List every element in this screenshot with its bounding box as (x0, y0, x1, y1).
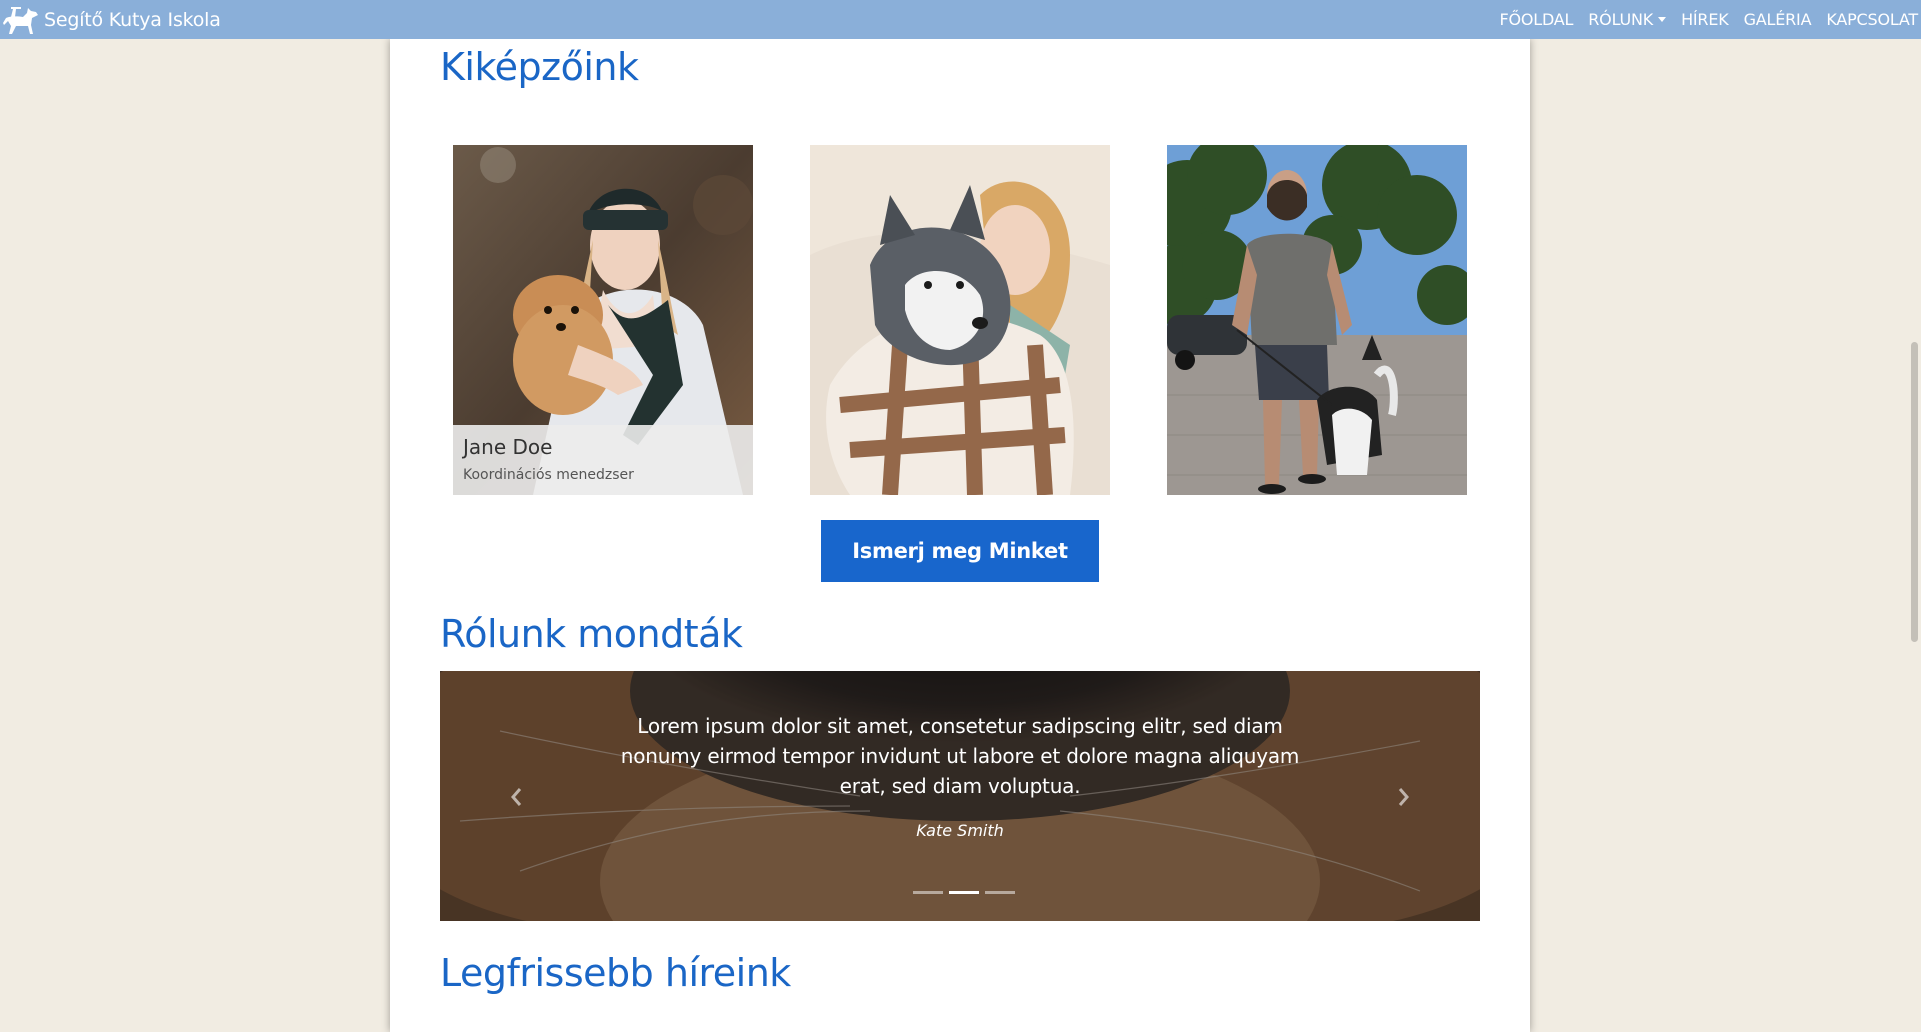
nav-gallery[interactable]: GALÉRIA (1744, 10, 1812, 29)
chevron-left-icon[interactable] (502, 777, 532, 817)
trainer-card-1[interactable]: Jane Doe Koordinációs menedzser (453, 145, 753, 495)
scrollbar-thumb[interactable] (1911, 342, 1918, 642)
caret-down-icon (1658, 17, 1667, 22)
nav-contact[interactable]: KAPCSOLAT (1826, 10, 1918, 29)
main-container: Kiképzőink Jane Doe Koordinációs menedzs… (390, 39, 1530, 1032)
nav-news[interactable]: HÍREK (1681, 10, 1729, 29)
trainer-card-3[interactable] (1167, 145, 1467, 495)
brand-name: Segítő Kutya Iskola (44, 9, 221, 31)
main-nav: FŐOLDAL RÓLUNK HÍREK GALÉRIA KAPCSOLAT (1484, 0, 1918, 39)
trainer-name: Jane Doe (463, 435, 553, 459)
testimonial-carousel: Lorem ipsum dolor sit amet, consetetur s… (440, 671, 1480, 921)
nav-about-dropdown[interactable]: RÓLUNK (1588, 10, 1667, 29)
dog-logo-icon (3, 7, 38, 34)
carousel-indicators (910, 891, 1018, 894)
trainers-heading: Kiképzőink (440, 45, 639, 89)
testimonial-quote: Lorem ipsum dolor sit amet, consetetur s… (620, 714, 1300, 798)
page-scrollbar[interactable] (1907, 39, 1921, 1032)
trainer-photo-3 (1167, 145, 1467, 495)
nav-home[interactable]: FŐOLDAL (1499, 10, 1573, 29)
testimonial-author: Kate Smith (916, 821, 1004, 840)
chevron-right-icon[interactable] (1388, 777, 1418, 817)
navbar: Segítő Kutya Iskola FŐOLDAL RÓLUNK HÍREK… (0, 0, 1921, 39)
trainer-role: Koordinációs menedzser (463, 467, 634, 483)
trainer-caption: Jane Doe Koordinációs menedzser (453, 425, 753, 495)
trainer-photo-2 (810, 145, 1110, 495)
carousel-indicator-1[interactable] (913, 891, 943, 894)
testimonials-heading: Rólunk mondták (440, 612, 743, 656)
news-heading: Legfrissebb híreink (440, 951, 791, 995)
brand-link[interactable]: Segítő Kutya Iskola (2, 3, 221, 37)
trainer-card-2[interactable] (810, 145, 1110, 495)
nav-about-label: RÓLUNK (1588, 10, 1654, 29)
carousel-indicator-3[interactable] (985, 891, 1015, 894)
carousel-indicator-2[interactable] (949, 891, 979, 894)
meet-us-button[interactable]: Ismerj meg Minket (821, 520, 1099, 582)
